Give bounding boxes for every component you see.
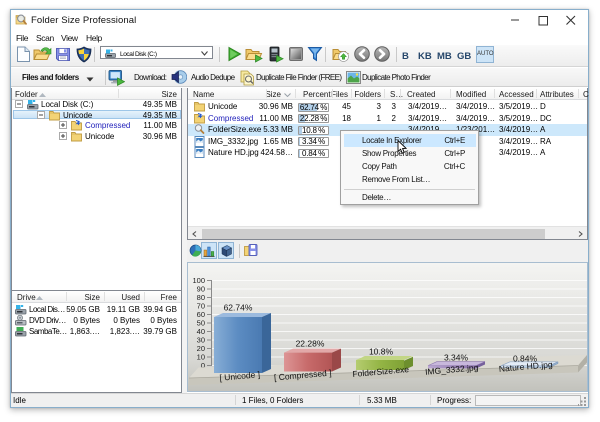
svg-text:62.74%: 62.74% — [224, 303, 253, 313]
svg-text:10.8%: 10.8% — [369, 347, 394, 357]
svg-text:3.34%: 3.34% — [444, 353, 469, 363]
svg-text:22.28%: 22.28% — [296, 339, 325, 349]
